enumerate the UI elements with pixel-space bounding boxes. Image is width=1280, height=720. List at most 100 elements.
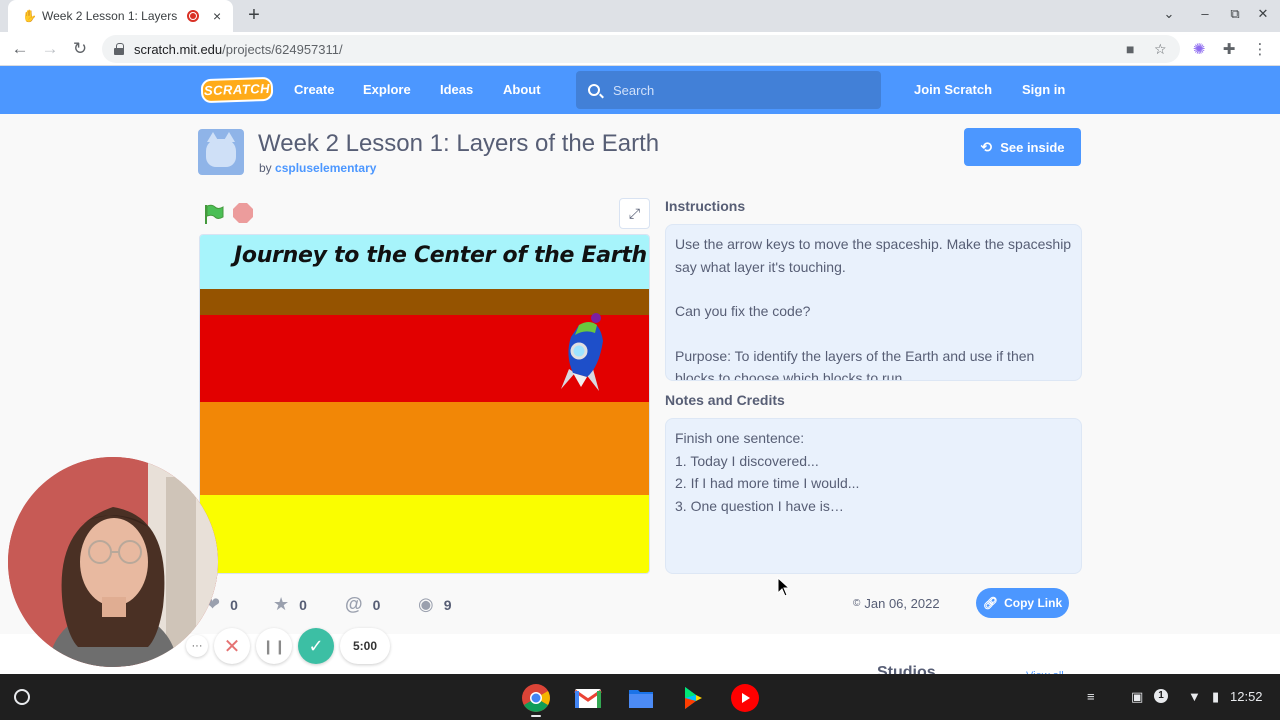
notes-line: 2. If I had more time I would... [675, 475, 860, 491]
see-inside-button[interactable]: ⟲ See inside [964, 128, 1081, 166]
chromeos-shelf: ≡ ▣ 1 ▼ ▮ 12:52 [0, 674, 1280, 720]
views-count: 9 [443, 596, 452, 613]
recording-indicator-icon [187, 10, 200, 22]
play-store-app-icon[interactable] [678, 683, 708, 713]
see-inside-label: See inside [1000, 139, 1065, 155]
camera-icon[interactable]: ■ [1126, 41, 1134, 57]
author-link[interactable]: cspluselementary [275, 161, 376, 175]
notes-line: Finish one sentence: [675, 430, 805, 446]
menu-kebab-icon[interactable]: ⋮ [1251, 40, 1269, 58]
close-window-icon[interactable]: ✕ [1253, 6, 1273, 22]
restore-icon[interactable]: ⧉ [1225, 6, 1245, 22]
gmail-app-icon[interactable] [573, 683, 603, 713]
scratch-navbar: SCRATCH Create Explore Ideas About Searc… [0, 66, 1280, 114]
browser-tab[interactable]: ✋ Week 2 Lesson 1: Layers of t × [8, 0, 233, 32]
chrome-active-indicator [531, 715, 541, 717]
notes-heading: Notes and Credits [665, 392, 785, 408]
extension-flower-icon[interactable]: ✺ [1190, 40, 1208, 58]
back-arrow-icon[interactable]: ← [8, 37, 32, 61]
lock-icon [114, 43, 124, 55]
remix-spiral-icon: @ [345, 594, 363, 614]
favorites-count: 0 [299, 596, 307, 613]
stage-outer-core-layer [200, 402, 649, 495]
forward-arrow-icon[interactable]: → [38, 37, 62, 61]
url-path: /projects/624957311/ [222, 41, 343, 57]
cat-avatar-icon [206, 132, 236, 167]
nav-create[interactable]: Create [294, 82, 334, 97]
new-tab-button[interactable]: + [244, 4, 264, 26]
eye-icon: ◉ [418, 594, 434, 614]
nav-explore[interactable]: Explore [363, 82, 411, 97]
recorder-controls: ··· ✕ ❙❙ ✓ 5:00 [186, 628, 390, 664]
search-placeholder: Search [613, 82, 655, 98]
tab-title: Week 2 Lesson 1: Layers of t [42, 9, 179, 23]
browser-toolbar: ← → ↻ scratch.mit.edu/projects/624957311… [0, 32, 1280, 66]
link-icon: 🔗︎ [982, 596, 999, 610]
notification-count-badge[interactable]: 1 [1154, 689, 1168, 703]
browser-tabbar: ✋ Week 2 Lesson 1: Layers of t × + ⌄ – ⧉… [0, 0, 1280, 32]
screen-capture-icon[interactable]: ▣ [1131, 689, 1143, 705]
recorder-more-button[interactable]: ··· [186, 635, 208, 657]
tab-search-icon[interactable]: ⌄ [1159, 6, 1179, 22]
instructions-line: Can you fix the code? [675, 303, 811, 319]
loves-count: 0 [230, 596, 238, 613]
star-icon: ★ [273, 594, 290, 614]
remixes-stat: @ 0 [345, 594, 380, 615]
stage-title-text: Journey to the Center of the Earth [234, 243, 647, 268]
shared-date: © Jan 06, 2022 [853, 596, 940, 611]
scratch-favicon-icon: ✋ [22, 9, 37, 23]
notes-line: 1. Today I discovered... [675, 452, 819, 469]
nav-about[interactable]: About [503, 82, 541, 97]
project-stage[interactable]: Journey to the Center of the Earth [199, 234, 650, 574]
notes-line: 3. One question I have is… [675, 497, 844, 514]
shared-date-text: Jan 06, 2022 [864, 596, 940, 611]
url-host: scratch.mit.edu [134, 41, 223, 57]
project-title: Week 2 Lesson 1: Layers of the Earth [258, 130, 660, 157]
minimize-icon[interactable]: – [1195, 6, 1215, 21]
nav-ideas[interactable]: Ideas [440, 82, 473, 97]
finish-recording-icon[interactable]: ✓ [298, 628, 334, 664]
scratch-logo[interactable]: SCRATCH [200, 76, 274, 104]
instructions-panel[interactable]: Use the arrow keys to move the spaceship… [665, 224, 1082, 381]
launcher-circle-icon[interactable] [14, 689, 30, 705]
copy-link-button[interactable]: 🔗︎ Copy Link [976, 588, 1069, 618]
instructions-heading: Instructions [665, 198, 746, 214]
copy-link-label: Copy Link [1004, 596, 1063, 610]
join-scratch-link[interactable]: Join Scratch [914, 82, 992, 97]
extensions-puzzle-icon[interactable]: ✚ [1220, 40, 1238, 58]
files-app-icon[interactable] [626, 683, 656, 713]
stage-inner-core-layer [200, 495, 649, 573]
bookmark-star-icon[interactable]: ☆ [1154, 41, 1167, 58]
copyright-icon: © [853, 598, 861, 609]
instructions-line: Purpose: To identify the layers of the E… [675, 347, 1035, 381]
rocket-sprite-icon [561, 313, 603, 391]
tote-icon[interactable]: ≡ [1087, 689, 1095, 704]
author-avatar[interactable] [198, 129, 244, 175]
clock-time[interactable]: 12:52 [1230, 689, 1263, 704]
remixes-count: 0 [372, 596, 381, 613]
wifi-icon[interactable]: ▼ [1188, 689, 1201, 704]
mouse-cursor-icon [777, 577, 791, 597]
notes-panel[interactable]: Finish one sentence: 1. Today I discover… [665, 418, 1082, 574]
by-label: by [259, 161, 272, 175]
views-stat: ◉ 9 [418, 594, 452, 615]
instructions-line: Use the arrow keys to move the spaceship… [675, 236, 1072, 275]
project-byline: by cspluselementary [259, 161, 376, 175]
favorites-stat[interactable]: ★ 0 [273, 594, 307, 615]
pause-recording-icon[interactable]: ❙❙ [256, 628, 292, 664]
screen: ✋ Week 2 Lesson 1: Layers of t × + ⌄ – ⧉… [0, 0, 1280, 720]
fullscreen-icon[interactable]: ⤢ [619, 198, 650, 229]
recording-timer: 5:00 [340, 628, 390, 664]
stop-sign-icon[interactable] [233, 203, 253, 223]
green-flag-icon[interactable] [203, 203, 225, 225]
remix-arrows-icon: ⟲ [980, 138, 993, 155]
address-bar[interactable]: scratch.mit.edu/projects/624957311/ ■ ☆ [102, 35, 1180, 63]
search-input[interactable]: Search [576, 71, 881, 109]
battery-icon[interactable]: ▮ [1212, 689, 1219, 705]
discard-recording-icon[interactable]: ✕ [214, 628, 250, 664]
chrome-app-icon[interactable] [521, 683, 551, 713]
sign-in-link[interactable]: Sign in [1022, 82, 1065, 97]
youtube-app-icon[interactable] [730, 683, 760, 713]
reload-icon[interactable]: ↻ [68, 37, 92, 61]
tab-close-button[interactable]: × [209, 8, 225, 24]
